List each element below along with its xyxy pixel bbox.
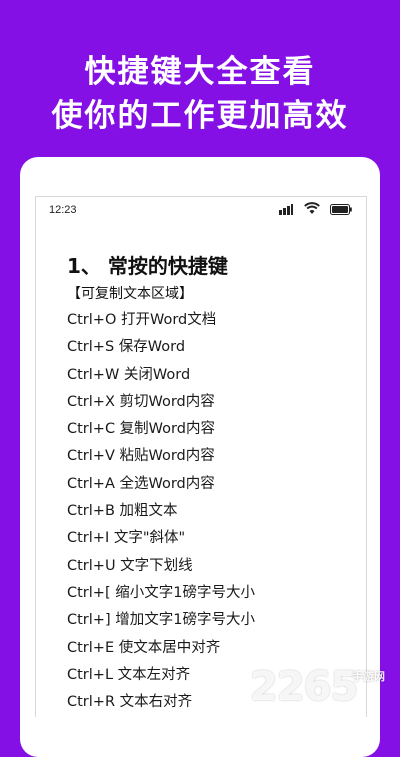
phone-screen: 12:23 1、 常按的快捷键 【可复制文本区域】 Ctrl+O 打开Word文…	[35, 196, 367, 717]
shortcut-item[interactable]: Ctrl+S 保存Word	[67, 334, 255, 361]
shortcut-item[interactable]: Ctrl+I 文字"斜体"	[67, 525, 255, 552]
shortcut-item[interactable]: Ctrl+U 文字下划线	[67, 553, 255, 580]
wifi-icon	[304, 202, 320, 214]
content-title: 1、 常按的快捷键	[67, 254, 228, 278]
shortcut-item[interactable]: Ctrl+C 复制Word内容	[67, 416, 255, 443]
shortcut-item[interactable]: Ctrl+] 增加文字1磅字号大小	[67, 607, 255, 634]
watermark-subtitle: 手游网	[352, 670, 385, 683]
shortcut-item[interactable]: Ctrl+E 使文本居中对齐	[67, 635, 255, 662]
banner-headline: 快捷键大全查看	[84, 54, 316, 90]
shortcut-item[interactable]: Ctrl+W 关闭Word	[67, 362, 255, 389]
banner-subheadline: 使你的工作更加高效	[51, 98, 349, 134]
shortcut-item[interactable]: Ctrl+R 文本右对齐	[67, 689, 255, 716]
status-bar: 12:23	[36, 197, 366, 223]
shortcut-item[interactable]: Ctrl+[ 缩小文字1磅字号大小	[67, 580, 255, 607]
shortcut-list: Ctrl+O 打开Word文档 Ctrl+S 保存Word Ctrl+W 关闭W…	[67, 307, 255, 716]
watermark-number: 2265	[250, 664, 358, 710]
status-time: 12:23	[49, 204, 77, 216]
signal-icon	[279, 204, 293, 215]
battery-icon	[330, 204, 352, 215]
promo-banner: 快捷键大全查看 使你的工作更加高效	[0, 0, 400, 160]
shortcut-item[interactable]: Ctrl+L 文本左对齐	[67, 662, 255, 689]
shortcut-item[interactable]: Ctrl+A 全选Word内容	[67, 471, 255, 498]
copyable-area-label: 【可复制文本区域】	[67, 286, 193, 302]
shortcut-item[interactable]: Ctrl+O 打开Word文档	[67, 307, 255, 334]
shortcut-item[interactable]: Ctrl+B 加粗文本	[67, 498, 255, 525]
shortcut-item[interactable]: Ctrl+V 粘贴Word内容	[67, 443, 255, 470]
site-watermark-logo: 2265 手游网	[250, 664, 400, 710]
shortcut-item[interactable]: Ctrl+X 剪切Word内容	[67, 389, 255, 416]
